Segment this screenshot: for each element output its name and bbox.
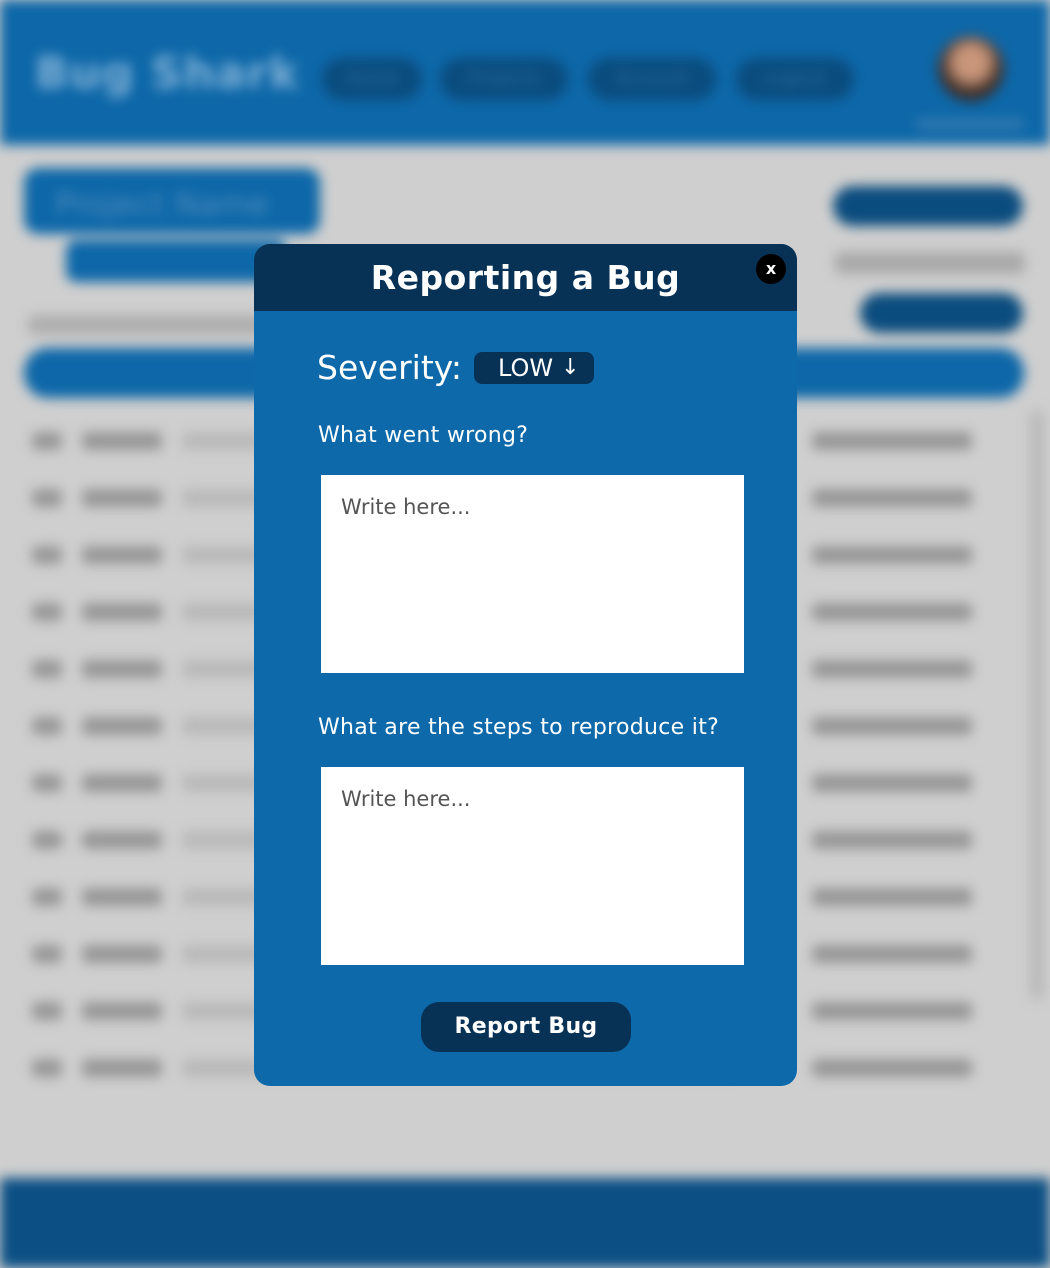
severity-dropdown[interactable]: LOW ↓ (474, 351, 594, 384)
modal-title: Reporting a Bug (370, 258, 681, 297)
nav-logout: Logout (736, 58, 854, 100)
report-bug-button[interactable]: Report Bug (421, 1002, 631, 1052)
avatar (938, 36, 1004, 102)
app-footer (0, 1178, 1050, 1268)
nav-projects: Projects (440, 58, 568, 100)
steps-to-reproduce-label: What are the steps to reproduce it? (318, 715, 720, 740)
what-went-wrong-input[interactable] (321, 475, 744, 673)
what-went-wrong-label: What went wrong? (318, 423, 529, 448)
app-header: Bug Shark Home Projects Account Logout (0, 0, 1050, 145)
severity-label: Severity: (317, 348, 463, 387)
background-button-2 (860, 293, 1023, 333)
background-button-1 (833, 186, 1023, 226)
project-sub-pill (66, 240, 286, 282)
project-name: Project Name (55, 185, 270, 223)
arrow-down-icon: ↓ (561, 354, 580, 380)
nav-account: Account (588, 58, 716, 100)
app-logo: Bug Shark (35, 48, 300, 99)
report-bug-modal: Reporting a Bug x Severity: LOW ↓ What w… (254, 244, 797, 1086)
severity-value: LOW (498, 353, 554, 382)
background-left-text (28, 315, 268, 335)
close-icon: x (765, 259, 777, 278)
steps-to-reproduce-input[interactable] (321, 767, 744, 965)
avatar-caption (915, 118, 1025, 130)
close-button[interactable]: x (756, 254, 786, 284)
modal-header: Reporting a Bug x (254, 244, 797, 311)
nav-home: Home (322, 58, 422, 100)
background-text (835, 252, 1025, 274)
severity-row: Severity: LOW ↓ (317, 348, 594, 387)
background-scrollbar (1030, 410, 1044, 1000)
